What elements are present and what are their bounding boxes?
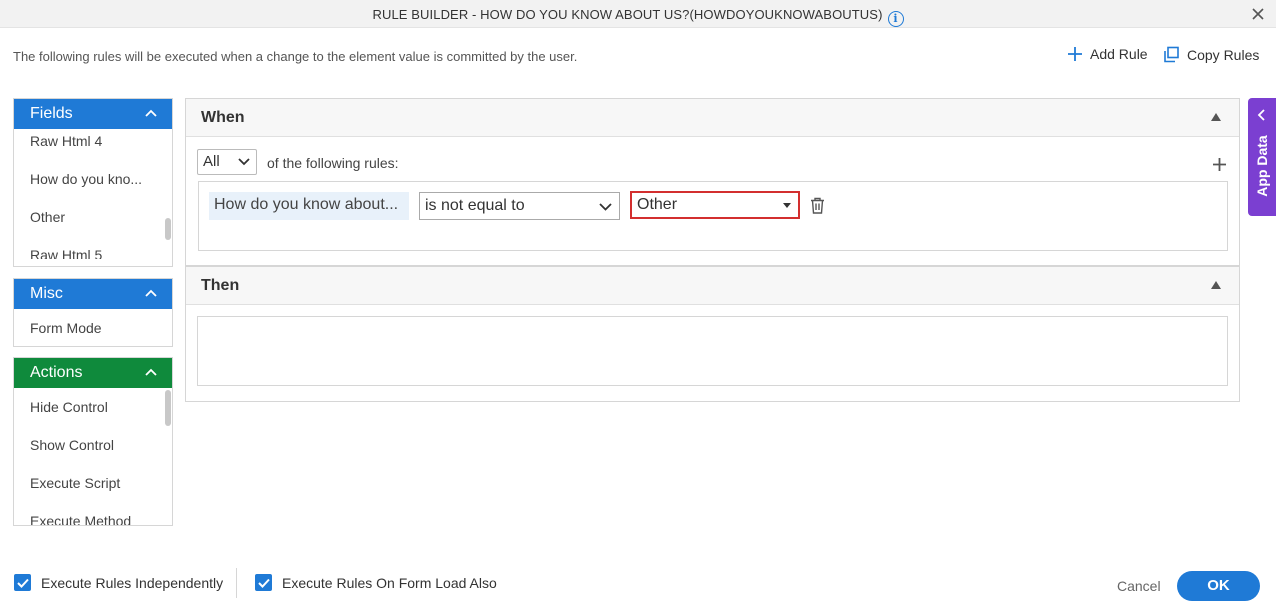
close-icon[interactable]	[1248, 4, 1268, 24]
chevron-up-icon[interactable]	[144, 288, 158, 298]
add-condition-plus-icon[interactable]	[1212, 157, 1227, 172]
add-rule-button[interactable]: Add Rule	[1067, 46, 1148, 62]
misc-panel-header[interactable]: Misc	[14, 279, 172, 309]
when-section-header: When	[186, 99, 1239, 137]
list-item[interactable]: Raw Html 4	[14, 122, 172, 160]
list-item[interactable]: Other	[14, 198, 172, 236]
operator-value: is not equal to	[425, 197, 525, 214]
execute-independently-checkbox[interactable]: Execute Rules Independently	[14, 574, 223, 591]
actions-list: Hide Control Show Control Execute Script…	[14, 388, 172, 525]
misc-panel-title: Misc	[30, 285, 63, 302]
following-rules-label: of the following rules:	[267, 155, 399, 171]
when-section: When All of the following rules: How do …	[185, 98, 1240, 266]
chevron-up-icon[interactable]	[144, 108, 158, 118]
list-item[interactable]: Show Control	[14, 426, 172, 464]
list-item[interactable]: Execute Script	[14, 464, 172, 502]
then-title: Then	[201, 277, 240, 294]
dialog-title-text: RULE BUILDER - HOW DO YOU KNOW ABOUT US?…	[372, 7, 883, 22]
list-item[interactable]: Execute Method	[14, 502, 172, 525]
check-icon	[255, 574, 272, 591]
caret-down-icon	[783, 203, 791, 208]
footer-divider	[236, 568, 237, 598]
app-data-tab[interactable]: App Data	[1248, 98, 1276, 216]
fields-panel: Fields Raw Html 4 How do you kno... Othe…	[13, 98, 173, 267]
list-item[interactable]: How do you kno...	[14, 160, 172, 198]
actions-panel-title: Actions	[30, 364, 83, 381]
list-item[interactable]: Hide Control	[14, 388, 172, 426]
plus-icon	[1068, 47, 1082, 61]
misc-panel: Misc Form Mode	[13, 278, 173, 347]
value-select-value: Other	[637, 196, 678, 213]
fields-scrollbar[interactable]	[165, 218, 171, 240]
operator-select[interactable]: is not equal to	[419, 192, 620, 220]
collapse-triangle-icon[interactable]	[1211, 113, 1221, 121]
match-mode-select[interactable]: All	[197, 149, 257, 175]
when-title: When	[201, 109, 245, 126]
then-section-header: Then	[186, 267, 1239, 305]
actions-scrollbar[interactable]	[165, 390, 171, 426]
ok-button[interactable]: OK	[1177, 571, 1260, 601]
execute-independently-label: Execute Rules Independently	[41, 574, 224, 591]
list-item[interactable]: Raw Html 5	[14, 236, 172, 259]
chevron-down-icon	[238, 158, 250, 166]
then-actions-dropzone[interactable]	[197, 316, 1228, 386]
dialog-description: The following rules will be executed whe…	[13, 49, 578, 64]
value-select[interactable]: Other	[630, 191, 800, 219]
cancel-button[interactable]: Cancel	[1117, 578, 1161, 594]
add-rule-label: Add Rule	[1090, 46, 1148, 62]
match-mode-value: All	[203, 153, 220, 170]
execute-on-load-label: Execute Rules On Form Load Also	[282, 574, 497, 591]
copy-rules-button[interactable]: Copy Rules	[1163, 46, 1259, 63]
rule-field-chip[interactable]: How do you know about...	[209, 192, 409, 220]
rule-condition-row: How do you know about... is not equal to…	[198, 181, 1228, 251]
dialog-title: RULE BUILDER - HOW DO YOU KNOW ABOUT US?…	[0, 7, 1276, 27]
list-item[interactable]: Form Mode	[14, 309, 172, 347]
chevron-up-icon[interactable]	[144, 367, 158, 377]
copy-rules-label: Copy Rules	[1187, 46, 1260, 63]
collapse-triangle-icon[interactable]	[1211, 281, 1221, 289]
app-data-label: App Data	[1254, 135, 1270, 197]
execute-on-load-checkbox[interactable]: Execute Rules On Form Load Also	[255, 574, 497, 591]
check-icon	[14, 574, 31, 591]
actions-panel-header[interactable]: Actions	[14, 358, 172, 388]
chevron-down-icon	[599, 203, 612, 211]
copy-icon	[1164, 46, 1179, 63]
fields-list: Raw Html 4 How do you kno... Other Raw H…	[14, 122, 172, 259]
dialog-title-bar: RULE BUILDER - HOW DO YOU KNOW ABOUT US?…	[0, 0, 1276, 28]
fields-panel-title: Fields	[30, 105, 73, 122]
actions-panel: Actions Hide Control Show Control Execut…	[13, 357, 173, 526]
trash-icon[interactable]	[810, 197, 825, 214]
info-icon[interactable]: i	[887, 11, 904, 27]
then-section: Then	[185, 266, 1240, 402]
